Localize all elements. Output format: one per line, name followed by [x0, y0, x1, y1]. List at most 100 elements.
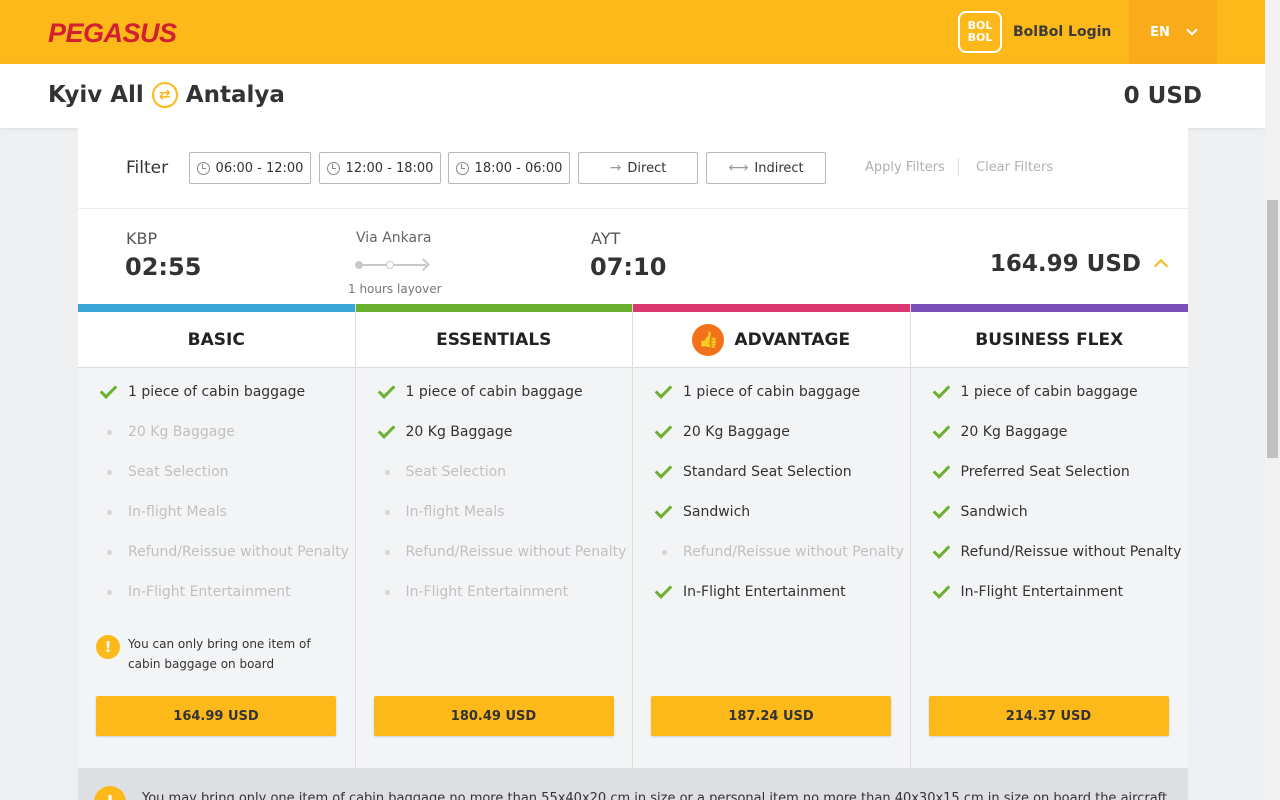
scrollbar-thumb[interactable]	[1267, 200, 1278, 458]
select-fare-button-business-flex[interactable]: 214.37 USD	[928, 696, 1169, 736]
via-city: Via Ankara	[356, 230, 432, 246]
fare-feature-label: 20 Kg Baggage	[405, 424, 513, 440]
fare-name: ADVANTAGE	[734, 329, 851, 350]
filter-morning-button[interactable]: 06:00 - 12:00	[189, 152, 311, 184]
fare-feature-label: 1 piece of cabin baggage	[128, 384, 306, 400]
checkmark-icon	[376, 421, 406, 439]
fare-color-bar	[78, 304, 355, 312]
bullet-icon	[98, 549, 128, 555]
fare-feature-label: Refund/Reissue without Penalty	[960, 544, 1182, 560]
filter-afternoon-button[interactable]: 12:00 - 18:00	[319, 152, 441, 184]
fare-feature-label: 1 piece of cabin baggage	[683, 384, 861, 400]
fare-name: BUSINESS FLEX	[975, 329, 1124, 350]
bullet-icon	[98, 469, 128, 475]
route-line-icon	[355, 258, 430, 271]
fare-header: BASIC	[78, 312, 355, 368]
filter-morning-label: 06:00 - 12:00	[215, 160, 304, 176]
departure-time: 02:55	[125, 253, 202, 281]
arrival-time: 07:10	[590, 253, 667, 281]
fare-feature-label: 20 Kg Baggage	[960, 424, 1068, 440]
fare-feature: Sandwich	[653, 501, 750, 520]
arrival-airport-code: AYT	[591, 229, 621, 248]
fare-feature-label: Seat Selection	[405, 464, 507, 480]
language-label: EN	[1150, 24, 1170, 40]
fare-feature-label: 20 Kg Baggage	[683, 424, 790, 440]
swap-icon[interactable]: ⇄	[151, 82, 178, 108]
warning-icon: !	[94, 786, 126, 800]
clear-filters-link[interactable]: Clear Filters	[976, 160, 1053, 175]
fare-feature: 20 Kg Baggage	[931, 421, 1068, 440]
bullet-icon	[376, 549, 406, 555]
fare-warning-text: You can only bring one item of cabin bag…	[128, 637, 311, 671]
bullet-icon	[98, 589, 128, 595]
fare-feature-label: Seat Selection	[128, 464, 229, 480]
fare-feature: Refund/Reissue without Penalty	[376, 544, 627, 560]
bolbol-login-button[interactable]: BOL BOL BolBol Login	[958, 11, 1111, 53]
fare-feature-label: 1 piece of cabin baggage	[960, 384, 1138, 400]
fare-feature-label: Refund/Reissue without Penalty	[683, 544, 904, 560]
bullet-icon	[653, 549, 683, 555]
bullet-icon	[98, 429, 128, 435]
checkmark-icon	[653, 581, 683, 599]
filter-indirect-button[interactable]: ⟷ Indirect	[706, 152, 826, 184]
filter-label: Filter	[126, 158, 169, 178]
pegasus-logo[interactable]: PEGASUS	[48, 18, 177, 49]
checkmark-icon	[653, 421, 683, 439]
fare-column-essentials: ESSENTIALS 1 piece of cabin baggage 20 Kg …	[355, 304, 633, 768]
fare-warning: ! You can only bring one item of cabin ba…	[96, 634, 341, 674]
fare-feature-label: In-flight Meals	[128, 504, 227, 520]
clock-icon	[196, 161, 210, 175]
fare-feature-label: 1 piece of cabin baggage	[405, 384, 583, 400]
scrollbar[interactable]	[1265, 0, 1280, 800]
select-fare-button-essentials[interactable]: 180.49 USD	[373, 696, 614, 736]
bolbol-badge-icon: BOL BOL	[958, 11, 1002, 53]
filter-night-button[interactable]: 18:00 - 06:00	[448, 152, 570, 184]
fare-feature-label: Refund/Reissue without Penalty	[405, 544, 627, 560]
fare-feature-label: Standard Seat Selection	[683, 464, 852, 480]
fare-column-basic: BASIC 1 piece of cabin baggage 20 Kg Bagga…	[78, 304, 356, 768]
destination-city: Antalya	[185, 82, 285, 108]
fare-color-bar	[355, 304, 632, 312]
apply-filters-link[interactable]: Apply Filters	[865, 160, 945, 175]
fare-header: ESSENTIALS	[355, 312, 632, 368]
checkmark-icon	[931, 581, 961, 599]
select-fare-button-basic[interactable]: 164.99 USD	[96, 696, 336, 736]
filter-direct-button[interactable]: → Direct	[578, 152, 698, 184]
fare-feature: 1 piece of cabin baggage	[98, 381, 306, 400]
fare-feature: 20 Kg Baggage	[98, 424, 235, 440]
fare-header: BUSINESS FLEX	[910, 312, 1188, 368]
fare-feature-label: Preferred Seat Selection	[960, 464, 1130, 480]
fare-feature: Sandwich	[931, 501, 1028, 520]
fare-column-advantage: 👍 ADVANTAGE 1 piece of cabin baggage 20 Kg …	[633, 304, 911, 768]
checkmark-icon	[931, 381, 961, 399]
fare-feature: In-Flight Entertainment	[98, 584, 291, 600]
fare-color-bar	[633, 304, 910, 312]
checkmark-icon	[931, 501, 961, 519]
fare-feature-label: Refund/Reissue without Penalty	[128, 544, 349, 560]
checkmark-icon	[376, 381, 406, 399]
filter-bar: Filter 06:00 - 12:00 12:00 - 18:00 18:00…	[78, 128, 1188, 208]
fare-feature-label: In-Flight Entertainment	[128, 584, 291, 600]
layover-text: 1 hours layover	[348, 282, 442, 296]
baggage-notice: ! You may bring only one item of cabin b…	[78, 768, 1188, 800]
select-fare-button-advantage[interactable]: 187.24 USD	[651, 696, 891, 736]
flight-price: 164.99 USD	[989, 251, 1141, 277]
filter-night-label: 18:00 - 06:00	[474, 160, 563, 176]
clock-icon	[455, 161, 469, 175]
fare-feature: In-Flight Entertainment	[931, 581, 1123, 600]
fare-column-business-flex: BUSINESS FLEX 1 piece of cabin baggage 20 …	[910, 304, 1188, 768]
fare-name: BASIC	[187, 329, 245, 350]
fare-feature: Refund/Reissue without Penalty	[931, 541, 1182, 560]
chevron-down-icon	[1186, 24, 1198, 36]
chevron-up-icon[interactable]	[1153, 258, 1169, 274]
fare-feature: In-flight Meals	[98, 504, 227, 520]
fare-color-bar	[910, 304, 1188, 312]
divider	[958, 158, 959, 176]
fare-feature: Refund/Reissue without Penalty	[653, 544, 904, 560]
route-title: Kyiv All ⇄ Antalya	[48, 82, 285, 108]
fare-feature: 20 Kg Baggage	[376, 421, 513, 440]
warning-icon: !	[96, 635, 120, 659]
flight-row[interactable]: KBP 02:55 Via Ankara 1 hours layover AYT…	[78, 208, 1188, 304]
filter-afternoon-label: 12:00 - 18:00	[345, 160, 434, 176]
language-selector[interactable]: EN	[1129, 0, 1217, 64]
